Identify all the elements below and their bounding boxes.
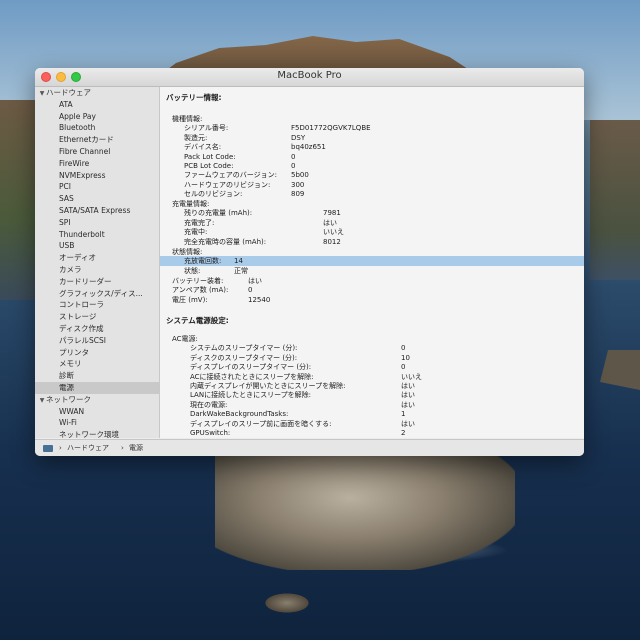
sidebar-item[interactable]: PCI bbox=[35, 181, 159, 193]
sidebar-item[interactable]: プリンタ bbox=[35, 347, 159, 359]
sidebar-group-label: ハードウェア bbox=[46, 88, 91, 97]
sidebar-item[interactable]: SAS bbox=[35, 193, 159, 205]
info-value: 12540 bbox=[248, 295, 271, 304]
sidebar-item[interactable]: カードリーダー bbox=[35, 276, 159, 288]
window-title: MacBook Pro bbox=[277, 70, 342, 81]
sidebar-item[interactable]: Apple Pay bbox=[35, 111, 159, 123]
sidebar-item[interactable]: Thunderbolt bbox=[35, 229, 159, 241]
sidebar-item[interactable]: Fibre Channel bbox=[35, 146, 159, 158]
info-value: 正常 bbox=[234, 266, 248, 275]
sidebar-group-network[interactable]: ▼ ネットワーク bbox=[35, 394, 159, 406]
info-key: GPUSwitch: bbox=[190, 429, 231, 437]
desktop-islet bbox=[262, 592, 312, 614]
sidebar-item[interactable]: SPI bbox=[35, 217, 159, 229]
sidebar-item[interactable]: NVMExpress bbox=[35, 170, 159, 182]
sidebar-item[interactable]: オーディオ bbox=[35, 252, 159, 264]
window-titlebar[interactable]: MacBook Pro bbox=[35, 68, 584, 87]
sidebar-item[interactable]: Bluetooth bbox=[35, 122, 159, 134]
system-power-section-title: システム電源設定: bbox=[166, 316, 229, 325]
computer-icon bbox=[43, 445, 53, 452]
path-item-power[interactable]: 電源 bbox=[129, 440, 143, 456]
path-separator: › bbox=[59, 444, 62, 452]
sidebar-item[interactable]: コントローラ bbox=[35, 299, 159, 311]
sidebar-item[interactable]: WWAN bbox=[35, 406, 159, 418]
sidebar-item[interactable]: USB bbox=[35, 240, 159, 252]
sidebar-item[interactable]: グラフィックス/ディス... bbox=[35, 288, 159, 300]
info-value: 8012 bbox=[323, 237, 341, 246]
selected-row-highlight bbox=[160, 256, 584, 267]
sidebar-item-selected[interactable]: 電源 bbox=[35, 382, 159, 394]
path-item-hardware[interactable]: ハードウェア bbox=[67, 440, 109, 456]
sidebar-item[interactable]: メモリ bbox=[35, 358, 159, 370]
desktop-island bbox=[215, 450, 515, 570]
sidebar-item[interactable]: パラレルSCSI bbox=[35, 335, 159, 347]
sidebar-item[interactable]: ディスク作成 bbox=[35, 323, 159, 335]
sidebar-item[interactable]: 診断 bbox=[35, 370, 159, 382]
info-key: 電圧 (mV): bbox=[172, 295, 208, 304]
sidebar-group-hardware[interactable]: ▼ ハードウェア bbox=[35, 87, 159, 99]
sidebar-item[interactable]: FireWire bbox=[35, 158, 159, 170]
info-value: 809 bbox=[291, 190, 305, 199]
info-key: 完全充電時の容量 (mAh): bbox=[184, 237, 267, 246]
sidebar-item[interactable]: ATA bbox=[35, 99, 159, 111]
sidebar-item[interactable]: ネットワーク環境 bbox=[35, 429, 159, 438]
sidebar-group-label: ネットワーク bbox=[46, 394, 91, 404]
detail-pane: バッテリー情報: 機種情報: シリアル番号: F5D01772QGVK7LQBE… bbox=[160, 87, 584, 438]
desktop-rock-right bbox=[600, 350, 640, 390]
sidebar-item[interactable]: Ethernetカード bbox=[35, 134, 159, 146]
path-bar: › ハードウェア › 電源 bbox=[35, 439, 584, 456]
system-information-window: MacBook Pro ▼ ハードウェア ATA Apple Pay Blueto… bbox=[35, 68, 584, 456]
info-key: セルのリビジョン: bbox=[184, 190, 243, 199]
info-value: 2 bbox=[401, 429, 406, 437]
path-separator: › bbox=[121, 444, 124, 452]
sidebar-item[interactable]: ストレージ bbox=[35, 311, 159, 323]
battery-section-title: バッテリー情報: bbox=[166, 93, 222, 102]
desktop-cliff-right bbox=[590, 120, 640, 280]
sidebar-item[interactable]: カメラ bbox=[35, 264, 159, 276]
sidebar-item[interactable]: Wi-Fi bbox=[35, 417, 159, 429]
sidebar: ▼ ハードウェア ATA Apple Pay Bluetooth Ethernet… bbox=[35, 87, 160, 438]
info-value: bq40z651 bbox=[291, 143, 326, 152]
sidebar-item[interactable]: SATA/SATA Express bbox=[35, 205, 159, 217]
info-key: 状態: bbox=[184, 266, 201, 275]
